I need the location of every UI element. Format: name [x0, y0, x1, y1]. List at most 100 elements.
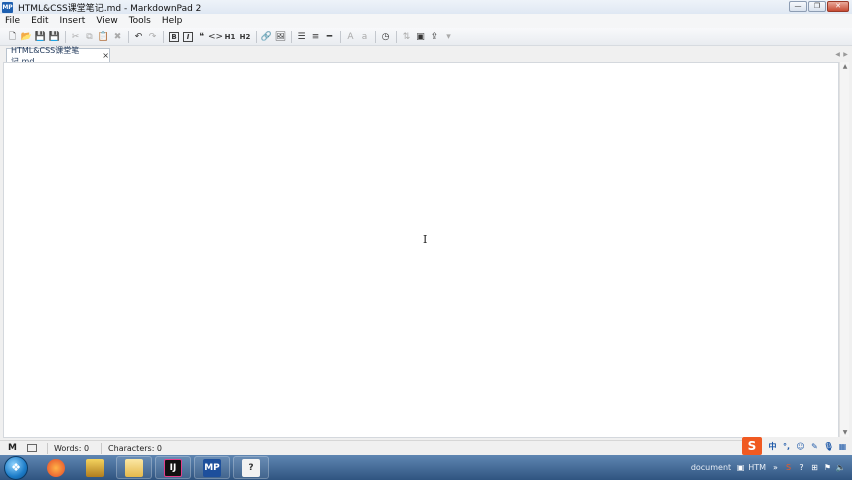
menu-tools[interactable]: Tools [126, 16, 154, 26]
taskbar-explorer[interactable] [116, 456, 152, 479]
cut-icon[interactable]: ✂ [69, 30, 82, 43]
book-icon[interactable] [26, 444, 37, 452]
menu-help[interactable]: Help [159, 16, 186, 26]
brush-app-icon [86, 458, 104, 477]
tab-close-icon[interactable]: × [102, 51, 109, 60]
menu-insert[interactable]: Insert [57, 16, 89, 26]
grid-icon[interactable]: ▦ [836, 439, 849, 453]
taskbar-app-1[interactable] [38, 456, 74, 479]
ime-toolbar: S 中 °, ☺ ✎ 🎙 ▦ [742, 437, 852, 455]
ime-mode-button[interactable]: 中 [766, 439, 779, 453]
tray-app-icon[interactable]: ▣ [735, 462, 746, 473]
markdownpad-app-icon[interactable]: MP [2, 1, 13, 13]
intellij-icon: IJ [164, 458, 182, 477]
windows-logo-icon: ❖ [11, 461, 21, 474]
toolbar-separator [256, 30, 257, 43]
redo-icon[interactable]: ↷ [146, 30, 159, 43]
link-icon[interactable]: 🔗 [260, 30, 273, 43]
open-folder-icon[interactable]: 📂 [20, 30, 33, 43]
app-orb-icon [47, 458, 65, 477]
save-icon[interactable]: 💾 [34, 30, 47, 43]
close-button[interactable]: ✕ [827, 1, 849, 12]
tab-strip: HTML&CSS课堂笔记.md × ◀ ▶ [0, 46, 852, 66]
toolbar-separator [291, 30, 292, 43]
markdownpad-icon: MP [203, 458, 221, 477]
bold-button[interactable]: B [169, 31, 179, 42]
uppercase-button[interactable]: A [344, 30, 357, 43]
taskbar-intellij[interactable]: IJ [155, 456, 191, 479]
timestamp-icon[interactable]: ◷ [379, 30, 392, 43]
quote-icon[interactable]: ❝ [195, 30, 208, 43]
lowercase-button[interactable]: a [358, 30, 371, 43]
punctuation-icon[interactable]: °, [780, 439, 793, 453]
word-count: Words: 0 [53, 443, 90, 453]
tray-volume-icon[interactable]: 🔈 [835, 462, 846, 473]
toolbar: 🗋 📂 💾 💾 ✂ ⧉ 📋 ✖ ↶ ↷ B I ❝ <> H1 H2 🔗 🖼 ☰… [0, 28, 852, 46]
status-bar: M Words: 0 Characters: 0 [0, 440, 852, 455]
new-document-icon[interactable]: 🗋 [6, 30, 19, 43]
tab-navigation: ◀ ▶ [834, 51, 849, 58]
character-count: Characters: 0 [108, 443, 163, 453]
system-tray: document ▣ HTM » S ? ⊞ ⚑ 🔈 [691, 455, 852, 480]
toolbar-separator [375, 30, 376, 43]
tray-network-icon[interactable]: ⊞ [809, 462, 820, 473]
numbered-list-icon[interactable]: ≡ [309, 30, 322, 43]
paste-icon[interactable]: 📋 [97, 30, 110, 43]
toolbar-separator [396, 30, 397, 43]
microphone-icon[interactable]: 🎙 [822, 439, 835, 453]
title-bar: MP HTML&CSS课堂笔记.md - MarkdownPad 2 — ❐ ✕ [0, 0, 852, 14]
menu-bar: File Edit Insert View Tools Help [0, 14, 852, 28]
menu-file[interactable]: File [2, 16, 23, 26]
bulleted-list-icon[interactable]: ☰ [295, 30, 308, 43]
i-beam-cursor-icon: I [423, 233, 428, 246]
tray-sogou-icon[interactable]: S [783, 462, 794, 473]
pen-icon[interactable]: ✎ [808, 439, 821, 453]
scroll-up-icon[interactable]: ▲ [840, 62, 850, 72]
export-icon[interactable]: ⇪ [428, 30, 441, 43]
help-icon: ? [242, 458, 260, 477]
status-separator [46, 442, 48, 454]
tab-scroll-left-icon[interactable]: ◀ [834, 51, 841, 58]
menu-edit[interactable]: Edit [28, 16, 51, 26]
folder-icon [125, 458, 143, 477]
taskbar-app-2[interactable] [77, 456, 113, 479]
window-controls: — ❐ ✕ [789, 1, 849, 12]
tray-help-icon[interactable]: ? [796, 462, 807, 473]
emoji-icon[interactable]: ☺ [794, 439, 807, 453]
horizontal-rule-icon[interactable]: ━ [323, 30, 336, 43]
toolbar-separator [128, 30, 129, 43]
heading1-button[interactable]: H1 [223, 30, 237, 43]
undo-icon[interactable]: ↶ [132, 30, 145, 43]
toolbar-separator [340, 30, 341, 43]
code-icon[interactable]: <> [208, 30, 223, 43]
sync-scroll-icon[interactable]: ⇅ [400, 30, 413, 43]
preview-icon[interactable]: ▣ [414, 30, 427, 43]
document-tab[interactable]: HTML&CSS课堂笔记.md × [6, 46, 110, 66]
tray-label-document[interactable]: document [691, 463, 731, 472]
tray-label-htm[interactable]: HTM [748, 463, 766, 472]
save-all-icon[interactable]: 💾 [48, 30, 61, 43]
menu-view[interactable]: View [93, 16, 120, 26]
taskbar-markdownpad[interactable]: MP [194, 456, 230, 479]
toolbar-separator [65, 30, 66, 43]
editor-textarea[interactable] [3, 62, 839, 438]
minimize-button[interactable]: — [789, 1, 807, 12]
window-title: HTML&CSS课堂笔记.md - MarkdownPad 2 [18, 3, 202, 14]
toolbar-separator [163, 30, 164, 43]
copy-icon[interactable]: ⧉ [83, 30, 96, 43]
tray-flag-icon[interactable]: ⚑ [822, 462, 833, 473]
maximize-button[interactable]: ❐ [808, 1, 826, 12]
markdown-mode-icon[interactable]: M [8, 443, 17, 453]
tab-scroll-right-icon[interactable]: ▶ [842, 51, 849, 58]
sogou-ime-icon[interactable]: S [742, 437, 762, 455]
status-separator [101, 442, 103, 454]
tray-expand-icon[interactable]: » [770, 462, 781, 473]
vertical-scrollbar[interactable]: ▲ ▼ [839, 62, 849, 438]
heading2-button[interactable]: H2 [238, 30, 252, 43]
start-button[interactable]: ❖ [4, 455, 28, 480]
delete-icon[interactable]: ✖ [111, 30, 124, 43]
taskbar-help[interactable]: ? [233, 456, 269, 479]
image-icon[interactable]: 🖼 [274, 30, 287, 43]
toolbar-overflow-icon[interactable]: ▾ [442, 30, 455, 43]
italic-button[interactable]: I [183, 31, 193, 42]
